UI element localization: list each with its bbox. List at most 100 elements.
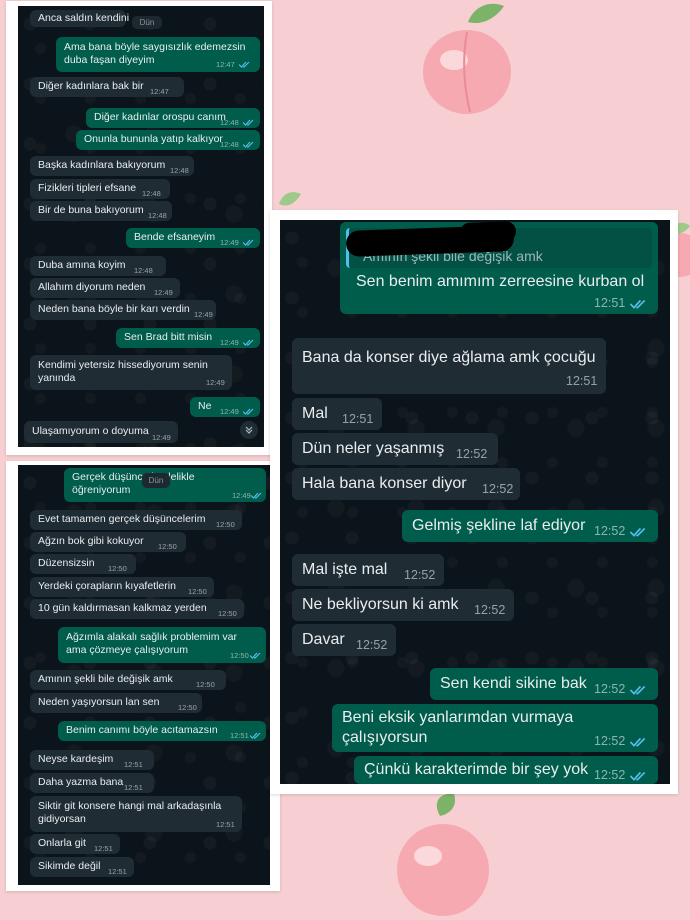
message-text: Beni eksik yanlarımdan vurmaya çalışıyor…	[342, 709, 574, 746]
read-receipt-icon	[251, 492, 262, 499]
message-bubble[interactable]: Mal işte mal 12:52	[292, 554, 444, 586]
message-time: 12:49	[220, 238, 239, 247]
read-receipt-icon	[630, 299, 646, 309]
read-receipt-icon	[250, 652, 261, 659]
message-bubble[interactable]: Anca saldın kendini	[30, 10, 129, 27]
read-receipt-icon	[239, 61, 250, 68]
message-bubble[interactable]: Yerdeki çorapların kıyafetlerin 12:50	[30, 577, 214, 597]
message-bubble[interactable]: Neyse kardeşim 12:51	[30, 750, 154, 770]
message-time: 12:48	[148, 211, 167, 220]
message-bubble[interactable]: Siktir git konsere hangi mal arkadaşınla…	[30, 796, 242, 832]
message-bubble[interactable]: Onlarla git 12:51	[30, 834, 120, 854]
message-bubble[interactable]: Hala bana konser diyor 12:52	[292, 468, 520, 500]
scroll-down-icon	[245, 426, 253, 434]
message-time: 12:51	[94, 844, 113, 853]
message-bubble[interactable]: Ama bana böyle saygısızlık edemezsin dub…	[56, 37, 260, 72]
screenshot-panel-2: Gerçek düşünce böylelikle öğreniyorum 12…	[6, 461, 280, 891]
message-bubble[interactable]: Diğer kadınlar orospu canım 12:48	[86, 108, 260, 128]
screenshot-panel-3: Amının şekli bile değişik amk Sen benim …	[270, 210, 678, 794]
message-text: Mal	[302, 405, 328, 422]
message-bubble[interactable]: Kendimi yetersiz hissediyorum senin yanı…	[30, 355, 232, 390]
message-bubble[interactable]: Dün neler yaşanmış 12:52	[292, 433, 498, 465]
message-time: 12:52	[456, 447, 488, 461]
message-text: Yerdeki çorapların kıyafetlerin	[38, 580, 176, 592]
message-bubble[interactable]: Onunla bununla yatıp kalkıyor 12:48	[76, 130, 260, 150]
message-bubble[interactable]: Diğer kadınlara bak bir 12:47	[30, 77, 184, 97]
message-bubble[interactable]: Fizikleri tipleri efsane 12:48	[30, 179, 170, 199]
message-bubble[interactable]: Sen kendi sikine bak 12:52	[430, 668, 658, 700]
message-text: Düzensizsin	[38, 557, 95, 569]
message-bubble[interactable]: Ağzın bok gibi kokuyor 12:50	[30, 532, 186, 552]
message-bubble[interactable]: Ağzımla alakalı sağlık problemim var ama…	[58, 627, 266, 663]
message-text: Gerçek düşünce böylelikle öğreniyorum	[72, 471, 195, 496]
message-bubble[interactable]: Benim canımı böyle acıtamazsın 12:51	[58, 721, 266, 741]
message-text: Davar	[302, 631, 345, 648]
message-text: Çünkü karakterimde bir şey yok	[364, 761, 589, 778]
message-time: 12:51	[124, 783, 143, 792]
message-time: 12:52	[356, 638, 388, 652]
peach-icon	[397, 793, 489, 916]
message-text: Sen benim amımım zerreesine kurban ol	[356, 273, 645, 290]
message-bubble[interactable]: Duba amına koyim 12:48	[30, 256, 166, 276]
message-bubble[interactable]: Daha yazma bana 12:51	[30, 773, 154, 793]
read-receipt-icon	[630, 771, 646, 781]
message-bubble[interactable]: Evet tamamen gerçek düşüncelerim 12:50	[30, 510, 242, 530]
message-bubble[interactable]: Başka kadınlara bakıyorum 12:48	[30, 156, 194, 176]
message-text: Ağzın bok gibi kokuyor	[38, 535, 144, 547]
message-time: 12:51	[108, 867, 127, 876]
message-bubble[interactable]: Amının şekli bile değişik amk 12:50	[30, 670, 226, 690]
chat-area[interactable]: Gerçek düşünce böylelikle öğreniyorum 12…	[18, 465, 270, 885]
message-bubble[interactable]: Bana da konser diye ağlama amk çocuğu 12…	[292, 338, 606, 394]
message-time: 12:49	[154, 288, 173, 297]
message-bubble[interactable]: Davar 12:52	[292, 624, 396, 656]
message-text: Amının şekli bile değişik amk	[38, 673, 173, 685]
read-receipt-icon	[630, 737, 646, 747]
message-time: 12:50	[230, 651, 249, 660]
message-bubble[interactable]: Bende efsaneyim 12:49	[126, 228, 260, 248]
read-receipt-icon	[243, 119, 254, 126]
message-text: Sikimde değil	[38, 860, 101, 872]
message-time: 12:48	[170, 166, 189, 175]
message-text: Sen Brad bitt misin	[124, 331, 213, 343]
message-bubble[interactable]: Neden bana böyle bir karı verdin 12:49	[30, 300, 216, 320]
message-time: 12:52	[594, 768, 626, 782]
message-time: 12:48	[142, 189, 161, 198]
message-time: 12:48	[134, 266, 153, 275]
message-bubble[interactable]: Ulaşamıyorum o doyuma 12:49	[24, 421, 178, 443]
message-text: Duba amına koyim	[38, 259, 126, 271]
message-bubble[interactable]: Sikimde değil 12:51	[30, 857, 134, 877]
read-receipt-icon	[243, 239, 254, 246]
read-receipt-icon	[243, 408, 254, 415]
message-bubble[interactable]: Mal 12:51	[292, 398, 382, 430]
message-time: 12:51	[594, 296, 626, 310]
chat-area[interactable]: Anca saldın kendini Dün Ama bana böyle s…	[18, 6, 264, 447]
message-time: 12:49	[152, 433, 171, 442]
message-bubble[interactable]: Ne bekliyorsun ki amk 12:52	[292, 589, 514, 621]
message-text: Bana da konser diye ağlama amk çocuğu	[302, 349, 596, 366]
message-bubble[interactable]: Beni eksik yanlarımdan vurmaya çalışıyor…	[332, 704, 658, 752]
message-bubble[interactable]: Çünkü karakterimde bir şey yok 12:52	[354, 756, 658, 784]
message-time: 12:52	[404, 568, 436, 582]
message-time: 12:50	[108, 564, 127, 573]
message-bubble[interactable]: Bir de buna bakıyorum 12:48	[30, 201, 172, 221]
message-bubble[interactable]: Allahım diyorum neden 12:49	[30, 278, 180, 298]
message-time: 12:48	[220, 118, 239, 127]
read-receipt-icon	[250, 732, 261, 739]
screenshot-panel-1: Anca saldın kendini Dün Ama bana böyle s…	[6, 1, 272, 455]
message-bubble[interactable]: Neden yaşıyorsun lan sen 12:50	[30, 693, 202, 713]
message-bubble[interactable]: Düzensizsin 12:50	[30, 554, 136, 574]
scroll-down-button[interactable]	[240, 421, 258, 439]
message-bubble[interactable]: Sen Brad bitt misin 12:49	[116, 328, 260, 348]
message-bubble[interactable]: Ne 12:49	[190, 397, 260, 417]
message-text: Allahım diyorum neden	[38, 281, 146, 293]
message-bubble[interactable]: 10 gün kaldırmasan kalkmaz yerden 12:50	[30, 599, 244, 619]
message-text: Neyse kardeşim	[38, 753, 114, 765]
message-time: 12:52	[474, 603, 506, 617]
chat-area[interactable]: Amının şekli bile değişik amk Sen benim …	[280, 220, 670, 784]
message-time: 12:50	[218, 609, 237, 618]
message-text: Evet tamamen gerçek düşüncelerim	[38, 513, 206, 525]
message-time: 12:52	[594, 682, 626, 696]
message-text: Başka kadınlara bakıyorum	[38, 159, 166, 171]
message-bubble[interactable]: Gelmiş şekline laf ediyor 12:52	[402, 510, 658, 542]
message-time: 12:49	[220, 338, 239, 347]
